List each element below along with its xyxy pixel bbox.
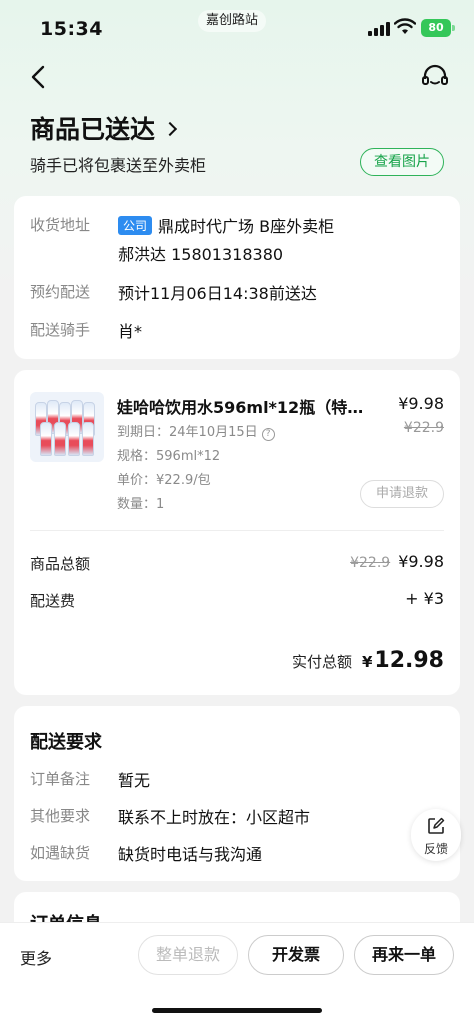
contact-info: 郝洪达 15801318380	[118, 245, 284, 264]
apply-refund-button[interactable]: 申请退款	[360, 480, 444, 508]
battery-icon: 80	[421, 19, 451, 37]
reorder-button[interactable]: 再来一单	[354, 935, 454, 975]
rider-label: 配送骑手	[30, 321, 91, 339]
battery-tip	[452, 25, 455, 31]
order-status-subtitle: 骑手已将包裹送至外卖柜	[30, 156, 207, 175]
paid-total-currency: ¥	[361, 653, 373, 671]
issue-invoice-button[interactable]: 开发票	[248, 935, 344, 975]
product-quantity: 数量：1	[117, 497, 165, 512]
product-image[interactable]	[30, 392, 104, 462]
status-bar: 15:34 嘉创路站 80	[0, 0, 474, 56]
product-original-price: ¥22.9	[403, 420, 444, 436]
product-expiry-text: 到期日：24年10月15日	[117, 425, 258, 440]
delivery-info-card: 收货地址 公司 鼎成时代广场 B座外卖柜 郝洪达 15801318380 预约配送…	[14, 196, 460, 359]
wifi-icon	[394, 18, 416, 34]
full-refund-button[interactable]: 整单退款	[138, 935, 238, 975]
back-arrow-icon[interactable]	[26, 64, 52, 90]
product-unit-price: 单价：¥22.9/包	[117, 473, 211, 488]
order-status-title[interactable]: 商品已送达	[30, 110, 178, 146]
more-button[interactable]: 更多	[20, 945, 52, 969]
stockout-value: 缺货时电话与我沟通	[118, 845, 263, 864]
order-note-value: 暂无	[118, 771, 151, 790]
divider	[30, 530, 444, 531]
order-status-text: 商品已送达	[30, 115, 156, 144]
order-note-label: 订单备注	[30, 770, 91, 788]
goods-total-value: ¥22.9 ¥9.98	[350, 552, 444, 571]
location-pill: 嘉创路站	[198, 10, 267, 32]
other-requirement-label: 其他要求	[30, 807, 91, 825]
feedback-button[interactable]: 反馈	[411, 809, 461, 861]
feedback-label: 反馈	[423, 842, 448, 856]
schedule-value: 预计11月06日14:38前送达	[118, 284, 317, 303]
paid-total: 实付总额 ¥ 12.98	[292, 648, 444, 673]
schedule-label: 预约配送	[30, 283, 91, 301]
address-tag: 公司	[118, 216, 153, 235]
help-icon[interactable]: ?	[261, 428, 275, 441]
delivery-requirements-card: 配送要求 订单备注 暂无 其他要求 联系不上时放在：小区超市 如遇缺货 缺货时电…	[14, 706, 460, 881]
address-text: 鼎成时代广场 B座外卖柜	[158, 217, 335, 236]
customer-service-icon[interactable]	[420, 62, 450, 92]
rider-value: 肖*	[118, 322, 143, 341]
goods-total-label: 商品总额	[30, 555, 91, 573]
product-spec: 规格：596ml*12	[117, 449, 221, 464]
address-label: 收货地址	[30, 216, 91, 234]
chevron-right-icon	[162, 121, 178, 137]
address-line: 公司 鼎成时代广场 B座外卖柜	[118, 213, 334, 237]
status-time: 15:34	[40, 18, 103, 40]
view-photo-button[interactable]: 查看图片	[360, 148, 444, 176]
requirements-title: 配送要求	[30, 732, 102, 753]
product-expiry: 到期日：24年10月15日?	[117, 421, 275, 441]
product-name[interactable]: 娃哈哈饮用水596ml*12瓶（特…	[117, 394, 369, 418]
cellular-signal-icon	[368, 22, 390, 36]
goods-total-original: ¥22.9	[350, 555, 391, 571]
delivery-fee-label: 配送费	[30, 592, 76, 610]
other-requirement-value: 联系不上时放在：小区超市	[118, 808, 311, 827]
goods-total-amount: ¥9.98	[398, 552, 444, 571]
home-indicator	[152, 1008, 322, 1013]
stockout-label: 如遇缺货	[30, 844, 91, 862]
order-items-card: 娃哈哈饮用水596ml*12瓶（特… ¥9.98 ¥22.9 到期日：24年10…	[14, 370, 460, 695]
paid-total-amount: 12.98	[374, 648, 444, 673]
product-price: ¥9.98	[398, 394, 444, 413]
delivery-fee-value: + ¥3	[405, 589, 444, 608]
paid-total-label: 实付总额	[291, 653, 352, 671]
edit-feedback-icon	[428, 817, 445, 834]
